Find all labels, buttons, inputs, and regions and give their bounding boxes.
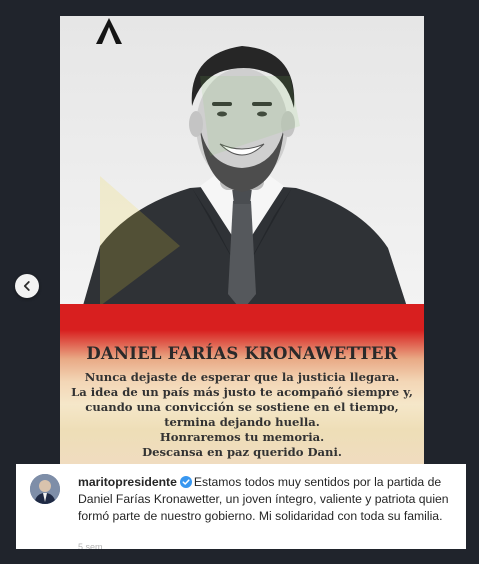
caption-card: maritopresidente Estamos todos muy sentid… — [16, 464, 466, 549]
username-link[interactable]: maritopresidente — [78, 475, 177, 489]
tribute-line: cuando una convicción se sostiene en el … — [85, 400, 399, 414]
mourning-ribbon-icon — [96, 18, 122, 44]
portrait-photo — [80, 46, 410, 316]
tribute-line: La idea de un país más justo te acompañó… — [71, 385, 413, 399]
caption-text: maritopresidente Estamos todos muy sentid… — [78, 474, 458, 525]
tribute-line: termina dejando huella. — [164, 415, 320, 429]
tribute-line: Descansa en paz querido Dani. — [142, 445, 342, 459]
avatar[interactable] — [30, 474, 60, 504]
previous-image-button[interactable] — [15, 274, 39, 298]
tribute-heading: DANIEL FARÍAS KRONAWETTER — [86, 344, 398, 363]
tribute-line: Nunca dejaste de esperar que la justicia… — [84, 370, 400, 384]
tribute-message: Nunca dejaste de esperar que la justicia… — [60, 370, 424, 460]
post-image[interactable]: DANIEL FARÍAS KRONAWETTER Nunca dejaste … — [60, 16, 424, 466]
tribute-line: Honraremos tu memoria. — [159, 430, 325, 444]
chevron-left-icon — [23, 281, 30, 291]
post-meta: 5 sem — [78, 542, 103, 549]
verified-badge-icon — [179, 476, 192, 488]
